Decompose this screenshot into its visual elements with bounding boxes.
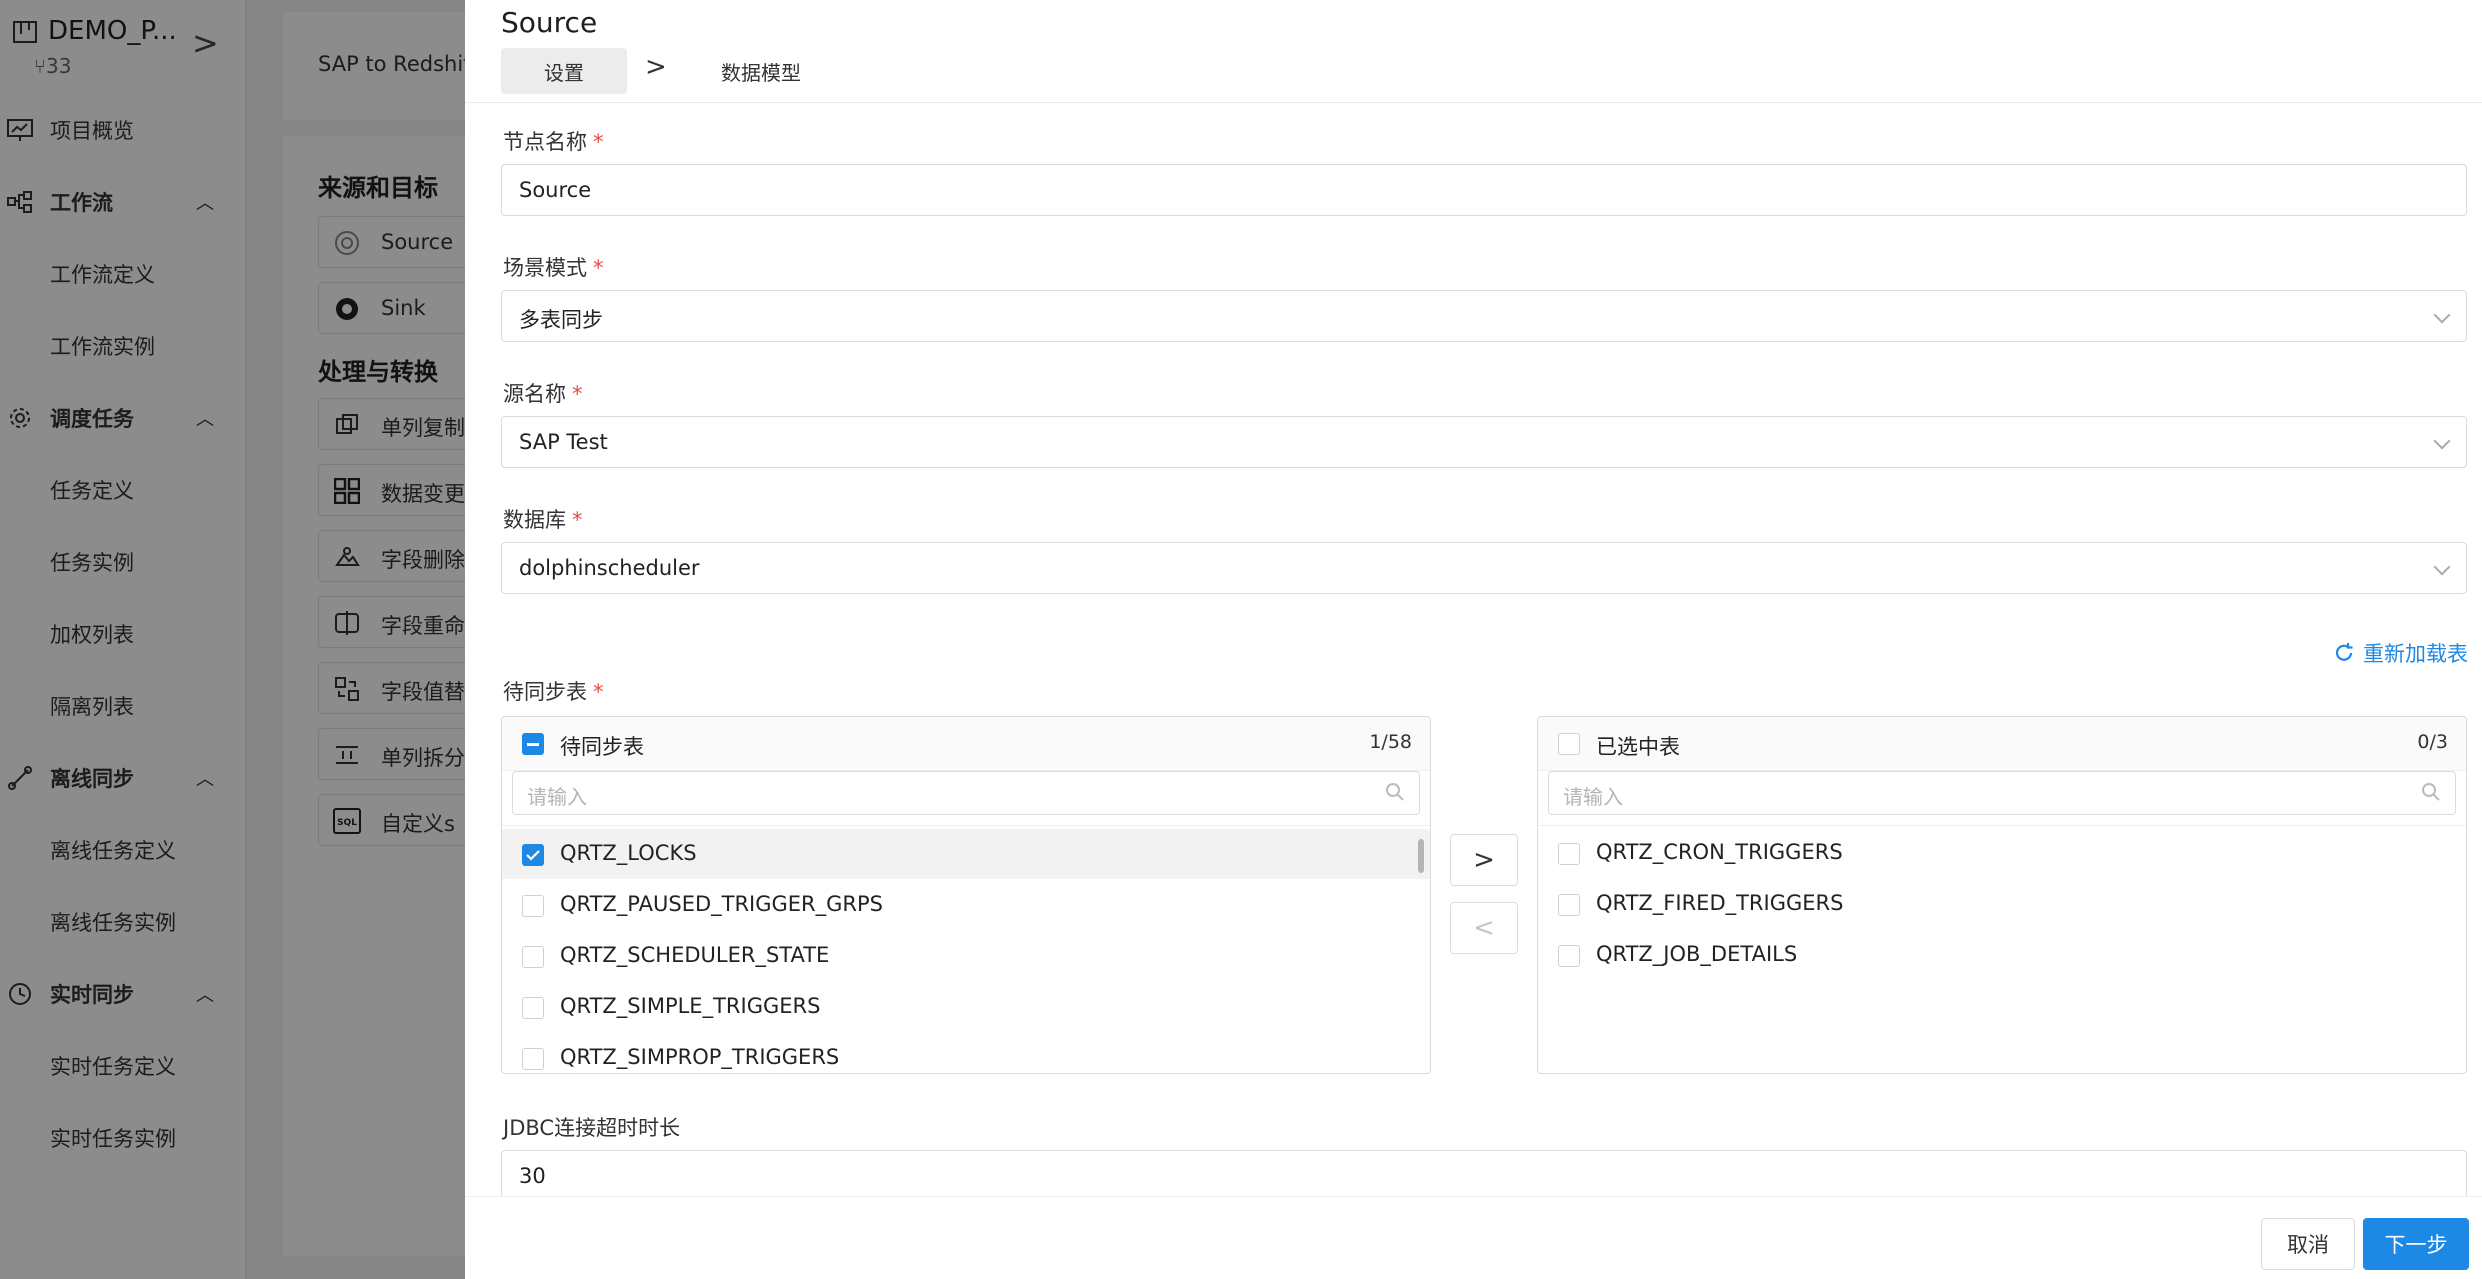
table-name: QRTZ_SIMPROP_TRIGGERS [560,1045,840,1069]
list-item[interactable]: QRTZ_CRON_TRIGGERS [1538,828,2466,878]
database-label: 数据库 * [503,508,583,532]
selection-count: 1/58 [1369,731,1412,753]
cancel-button[interactable]: 取消 [2261,1218,2355,1270]
search-placeholder: 请输入 [1563,785,1623,809]
row-checkbox[interactable] [522,946,544,968]
table-name: QRTZ_FIRED_TRIGGERS [1596,891,1844,915]
source-name-label: 源名称 * [503,382,583,406]
chevron-down-icon [2433,306,2451,324]
select-all-checkbox[interactable] [1558,733,1580,755]
divider [502,825,1430,826]
panel-title: 已选中表 [1596,735,1680,759]
select-value: 多表同步 [519,308,603,332]
row-checkbox[interactable] [1558,894,1580,916]
search-placeholder: 请输入 [527,785,587,809]
list-item[interactable]: QRTZ_SIMPROP_TRIGGERS [502,1033,1430,1073]
source-name-select[interactable]: SAP Test [501,416,2467,468]
panel-header: 待同步表 1/58 [502,717,1430,771]
table-name: QRTZ_SCHEDULER_STATE [560,943,830,967]
row-checkbox[interactable] [522,844,544,866]
jdbc-timeout-input[interactable]: 30 [501,1150,2467,1196]
chevron-right-icon: > [645,52,667,82]
select-value: SAP Test [519,430,608,454]
divider [465,1196,2482,1197]
row-checkbox[interactable] [522,895,544,917]
table-name: QRTZ_LOCKS [560,841,697,865]
scene-mode-label: 场景模式 * [503,256,604,280]
list-item[interactable]: QRTZ_FIRED_TRIGGERS [1538,879,2466,929]
refresh-icon [2335,643,2353,661]
reload-tables-button[interactable]: 重新加载表 [2333,638,2468,668]
list-scrollbar[interactable] [1418,839,1424,873]
table-name: QRTZ_PAUSED_TRIGGER_GRPS [560,892,884,916]
search-input[interactable]: 请输入 [512,771,1420,815]
chevron-left-icon: < [1473,913,1495,943]
next-step-button[interactable]: 下一步 [2363,1218,2469,1270]
tables-label: 待同步表 * [503,680,604,704]
divider [1538,825,2466,826]
move-left-button[interactable]: < [1450,902,1518,954]
drawer-title: Source [501,6,598,39]
search-icon [2422,783,2440,801]
list-item[interactable]: QRTZ_LOCKS [502,829,1430,879]
row-checkbox[interactable] [522,1048,544,1070]
source-config-drawer: Source 设置 > 数据模型 节点名称 * Source 场景模式 * 多表同步… [465,0,2482,1279]
row-checkbox[interactable] [522,997,544,1019]
row-checkbox[interactable] [1558,945,1580,967]
panel-header: 已选中表 0/3 [1538,717,2466,771]
panel-title: 待同步表 [560,735,644,759]
jdbc-timeout-label: JDBC连接超时时长 [503,1116,681,1140]
selected-tables-panel: 已选中表 0/3 请输入 QRTZ_CRON_TRIGGERS QRTZ_FIR… [1537,716,2467,1074]
source-tables-panel: 待同步表 1/58 请输入 QRTZ_LOCKS QRTZ_PAUSED_TRI… [501,716,1431,1074]
search-input[interactable]: 请输入 [1548,771,2456,815]
step-settings[interactable]: 设置 [501,48,627,94]
chevron-down-icon [2433,558,2451,576]
table-name: QRTZ_CRON_TRIGGERS [1596,840,1843,864]
table-name: QRTZ_JOB_DETAILS [1596,942,1798,966]
move-right-button[interactable]: > [1450,834,1518,886]
selection-count: 0/3 [2417,731,2448,753]
list-item[interactable]: QRTZ_PAUSED_TRIGGER_GRPS [502,880,1430,930]
select-all-checkbox[interactable] [522,733,544,755]
divider [465,102,2482,103]
input-value: 30 [519,1164,546,1188]
list-item[interactable]: QRTZ_JOB_DETAILS [1538,930,2466,980]
table-name: QRTZ_SIMPLE_TRIGGERS [560,994,821,1018]
select-value: dolphinscheduler [519,556,700,580]
list-item[interactable]: QRTZ_SCHEDULER_STATE [502,931,1430,981]
list-item[interactable]: QRTZ_SIMPLE_TRIGGERS [502,982,1430,1032]
search-icon [1386,783,1404,801]
database-select[interactable]: dolphinscheduler [501,542,2467,594]
node-name-input[interactable]: Source [501,164,2467,216]
node-name-label: 节点名称 * [503,130,604,154]
step-data-model[interactable]: 数据模型 [701,48,821,94]
input-value: Source [519,178,592,202]
reload-label: 重新加载表 [2363,642,2468,666]
row-checkbox[interactable] [1558,843,1580,865]
chevron-right-icon: > [1473,845,1495,875]
chevron-down-icon [2433,432,2451,450]
scene-mode-select[interactable]: 多表同步 [501,290,2467,342]
